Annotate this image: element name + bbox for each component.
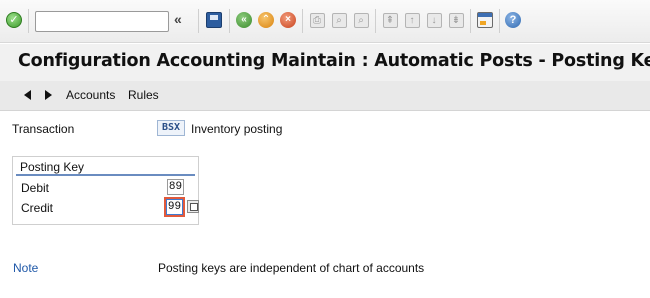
page-title: Configuration Accounting Maintain : Auto… (18, 51, 650, 71)
standard-toolbar: ✓ « « ⌃ × ⎙ ⌕ ⌕ ⇞ ↑ ↓ ⇟ ? (0, 0, 650, 43)
posting-key-title: Posting Key (20, 160, 85, 174)
toolbar-separator (470, 9, 471, 33)
ok-icon[interactable]: ✓ (5, 11, 23, 29)
last-page-icon[interactable]: ⇟ (447, 11, 465, 29)
toolbar-separator (375, 9, 376, 33)
toolbar-separator (302, 9, 303, 33)
application-toolbar: Accounts Rules (0, 81, 650, 111)
credit-label: Credit (21, 201, 54, 215)
find-icon[interactable]: ⌕ (330, 11, 348, 29)
group-divider (16, 174, 195, 176)
command-history-button[interactable]: « (174, 11, 182, 27)
cancel-icon[interactable]: × (279, 11, 297, 29)
transaction-label: Transaction (12, 122, 75, 136)
note-link[interactable]: Note (13, 261, 38, 275)
prev-page-icon[interactable]: ↑ (403, 11, 421, 29)
back-icon[interactable]: « (235, 11, 253, 29)
previous-entry-arrow-icon[interactable] (24, 90, 31, 100)
exit-icon[interactable]: ⌃ (257, 11, 275, 29)
rules-button[interactable]: Rules (128, 88, 159, 102)
posting-key-group: Posting Key Debit 89 Credit 99 (12, 156, 199, 225)
transaction-description: Inventory posting (191, 122, 283, 136)
note-text: Posting keys are independent of chart of… (158, 261, 425, 275)
value-help-icon[interactable] (187, 200, 199, 213)
next-page-icon[interactable]: ↓ (425, 11, 443, 29)
accounts-button[interactable]: Accounts (66, 88, 115, 102)
help-icon[interactable]: ? (504, 11, 522, 29)
first-page-icon[interactable]: ⇞ (381, 11, 399, 29)
transaction-code: BSX (157, 120, 185, 136)
layout-icon[interactable] (476, 11, 494, 29)
toolbar-separator (28, 9, 29, 33)
toolbar-separator (499, 9, 500, 33)
find-next-icon[interactable]: ⌕ (352, 11, 370, 29)
toolbar-separator (198, 9, 199, 33)
toolbar-separator (229, 9, 230, 33)
command-field[interactable] (35, 11, 169, 32)
title-bar: Configuration Accounting Maintain : Auto… (0, 44, 650, 81)
next-entry-arrow-icon[interactable] (45, 90, 52, 100)
credit-field[interactable]: 99 (166, 199, 183, 215)
print-icon[interactable]: ⎙ (308, 11, 326, 29)
save-icon[interactable] (205, 11, 223, 29)
debit-label: Debit (21, 181, 50, 195)
debit-field[interactable]: 89 (167, 179, 184, 195)
